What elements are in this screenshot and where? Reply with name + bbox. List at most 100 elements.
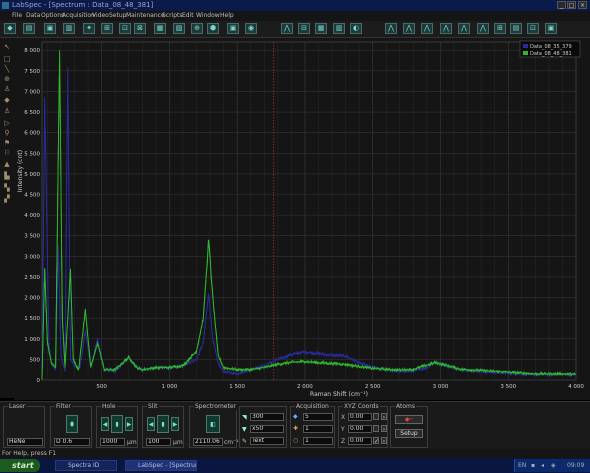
menu-edit[interactable]: Edit: [182, 12, 194, 19]
zoom-icon[interactable]: ⊠: [134, 23, 146, 34]
x-go-button[interactable]: ›: [381, 413, 387, 421]
minimize-button[interactable]: _: [557, 1, 566, 9]
close-button[interactable]: ×: [578, 1, 587, 9]
acquisition-time-field[interactable]: 5: [303, 413, 333, 421]
print-icon[interactable]: ▥: [63, 23, 75, 34]
hole-decrease-icon[interactable]: ◀: [101, 417, 109, 431]
atoms-indicator-icon[interactable]: ◆─: [395, 415, 423, 424]
menu-acquisition[interactable]: Acquisition: [62, 12, 95, 19]
eye-icon[interactable]: ◉: [245, 23, 257, 34]
objective-select[interactable]: x50: [250, 425, 284, 433]
grid-icon[interactable]: ▧: [173, 23, 185, 34]
line-icon[interactable]: ╲: [3, 65, 11, 73]
spectrum-plot[interactable]: 0 500 1 000 1 500 2 000 2 500 3 000 3 500 4 000 4…: [14, 38, 590, 400]
measure-icon[interactable]: ⊞: [101, 23, 113, 34]
math-icon[interactable]: ⊡: [527, 23, 539, 34]
bookmark-icon[interactable]: ▙: [3, 172, 11, 180]
menu-maintenance[interactable]: Maintenance: [126, 12, 165, 19]
slit-field[interactable]: 100: [146, 438, 171, 446]
zoom-icon[interactable]: ⊕: [3, 75, 11, 83]
logo-icon[interactable]: ◆: [4, 23, 16, 34]
menu-window[interactable]: Window: [196, 12, 220, 19]
baseline-icon[interactable]: ⚑: [3, 139, 11, 147]
start-button[interactable]: start: [0, 459, 40, 472]
open-icon[interactable]: ▤: [23, 23, 35, 34]
fit-icon[interactable]: ▦: [154, 23, 166, 34]
task-spectra-id[interactable]: Spectra ID: [55, 460, 117, 471]
tag-icon[interactable]: ▲: [3, 160, 11, 168]
menu-help[interactable]: Help: [220, 12, 234, 19]
acquisition-extra-field[interactable]: 1: [303, 437, 333, 445]
spectra-icon[interactable]: ▦: [315, 23, 327, 34]
xyz-group: XYZ Coords X 0.00 › Y 0.00 › Z 0.00 ✓ ›: [338, 403, 388, 448]
slit-increase-icon[interactable]: ▶: [171, 417, 179, 431]
export-icon[interactable]: ⋀: [421, 23, 433, 34]
region-icon[interactable]: ▞: [3, 195, 11, 203]
multi-icon[interactable]: ▥: [333, 23, 345, 34]
maximize-button[interactable]: □: [567, 1, 576, 9]
x-tick-label: 2 000: [297, 384, 313, 390]
note-icon[interactable]: ▚: [3, 184, 11, 192]
marker-icon[interactable]: ♙: [3, 85, 11, 93]
spectrometer-field[interactable]: 2110.06: [193, 438, 223, 446]
z-check[interactable]: ✓: [373, 437, 379, 445]
laser-select[interactable]: HeNe: [7, 438, 43, 446]
task-labspec[interactable]: LabSpec - [Spectrum ...: [125, 460, 197, 471]
network-icon[interactable]: ▪: [531, 462, 535, 469]
range-icon[interactable]: ⊞: [494, 23, 506, 34]
spectrometer-icon[interactable]: ◧: [206, 415, 220, 433]
rectangle-icon[interactable]: □: [3, 55, 11, 63]
pointer-icon[interactable]: ↖: [3, 43, 11, 51]
volume-icon[interactable]: ◂: [541, 462, 544, 469]
arrow-icon[interactable]: ▷: [3, 119, 11, 127]
hole-field[interactable]: 1000: [100, 438, 125, 446]
person-icon[interactable]: ⚲: [3, 129, 11, 137]
acquisition-accum-field[interactable]: 1: [303, 425, 333, 433]
z-go-button[interactable]: ›: [381, 437, 387, 445]
clock[interactable]: 09:09: [567, 462, 584, 469]
menu-file[interactable]: File: [12, 12, 22, 19]
baseline-icon[interactable]: ⊡: [119, 23, 131, 34]
language-indicator[interactable]: EN: [518, 462, 526, 469]
cursor-icon[interactable]: ✦: [83, 23, 95, 34]
y-check[interactable]: [373, 425, 379, 432]
flag-icon[interactable]: ⚐: [3, 149, 11, 157]
mode-select[interactable]: Text: [250, 437, 284, 445]
chart-icon[interactable]: ⋀: [385, 23, 397, 34]
save-icon[interactable]: ▣: [44, 23, 56, 34]
menu-setup[interactable]: Setup: [109, 12, 126, 19]
align-icon[interactable]: ⋀: [477, 23, 489, 34]
peak-icon[interactable]: ♙: [3, 107, 11, 115]
slit-decrease-icon[interactable]: ◀: [147, 417, 155, 431]
y-field[interactable]: 0.00: [348, 425, 372, 433]
peak-icon[interactable]: ⋀: [281, 23, 293, 34]
report-icon[interactable]: ▤: [510, 23, 522, 34]
spectrum-chart[interactable]: 0 500 1 000 1 500 2 000 2 500 3 000 3 500 4 000 4…: [14, 38, 590, 400]
map-icon[interactable]: ⊕: [191, 23, 203, 34]
table-icon[interactable]: ⬢: [207, 23, 219, 34]
atoms-setup-button[interactable]: Setup: [395, 429, 423, 438]
security-icon[interactable]: ◈: [551, 462, 556, 469]
stack-icon[interactable]: ⋀: [403, 23, 415, 34]
config-icon[interactable]: ⋀: [440, 23, 452, 34]
y-go-button[interactable]: ›: [381, 425, 387, 433]
diamond-icon[interactable]: ◆: [3, 96, 11, 104]
y-tick-label: 1 500: [24, 316, 40, 322]
filter-select[interactable]: D 0.6: [54, 438, 90, 446]
grating-select[interactable]: 300: [250, 413, 284, 421]
hole-increase-icon[interactable]: ▶: [125, 417, 133, 431]
menu-options[interactable]: Options: [41, 12, 64, 19]
x-field[interactable]: 0.00: [348, 413, 372, 421]
camera-icon[interactable]: ▣: [227, 23, 239, 34]
filter-icon[interactable]: ◐: [350, 23, 362, 34]
system-tray: EN ▪ ◂ ◈ 09:09: [514, 459, 590, 472]
info-icon[interactable]: ▣: [545, 23, 557, 34]
z-field[interactable]: 0.00: [348, 437, 372, 445]
menu-scripts[interactable]: Scripts: [162, 12, 183, 19]
x-check[interactable]: [373, 413, 379, 420]
overlay-icon[interactable]: ⊟: [298, 23, 310, 34]
menu-video[interactable]: Video: [92, 12, 109, 19]
filter-wheel-icon[interactable]: ⬮: [66, 415, 78, 433]
tools-icon[interactable]: ⋀: [458, 23, 470, 34]
menu-data[interactable]: Data: [26, 12, 40, 19]
